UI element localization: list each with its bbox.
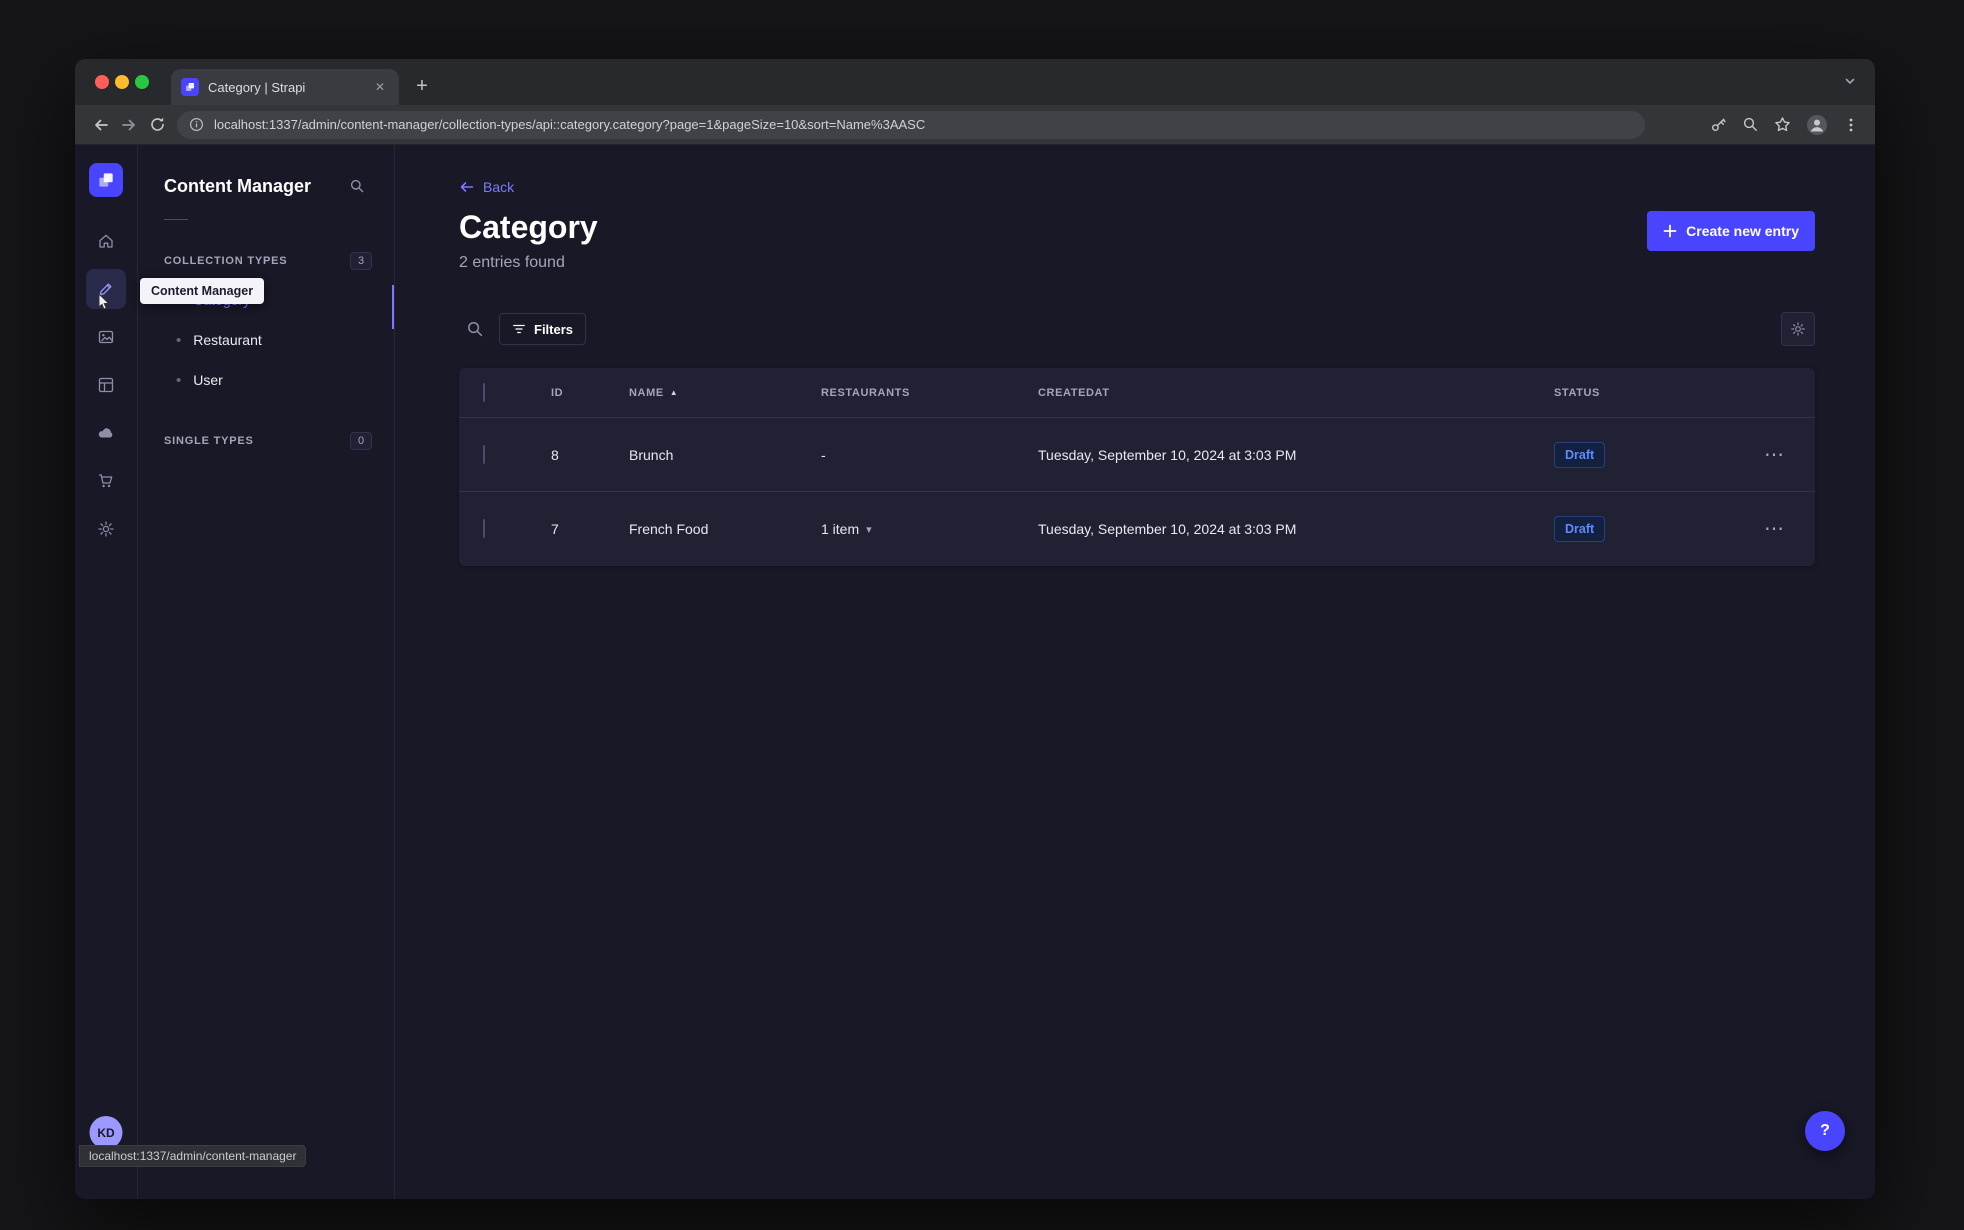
tab-title: Category | Strapi [208, 79, 306, 95]
status-badge: Draft [1554, 516, 1606, 542]
cell-name: French Food [629, 521, 709, 537]
cell-id: 7 [551, 521, 559, 537]
reload-icon[interactable] [143, 111, 171, 139]
tab-strip: Category | Strapi ✕ + [75, 59, 1875, 105]
browser-menu-icon[interactable] [1843, 117, 1859, 133]
subnav-title: Content Manager [164, 175, 312, 196]
cell-createdat: Tuesday, September 10, 2024 at 3:03 PM [1038, 521, 1297, 537]
profile-avatar-icon[interactable] [1806, 114, 1828, 136]
active-item-indicator [392, 285, 394, 329]
cloud-icon[interactable] [86, 413, 126, 453]
table-header-row: ID NAME ▲ RESTAURANTS CREATEDAT STATUS [459, 368, 1815, 418]
settings-gear-icon[interactable] [86, 509, 126, 549]
media-library-icon[interactable] [86, 317, 126, 357]
single-types-label: SINGLE TYPES [164, 435, 254, 447]
help-button[interactable]: ? [1805, 1111, 1845, 1151]
view-settings-gear-icon[interactable] [1781, 312, 1815, 346]
page-title: Category [459, 209, 598, 245]
browser-actions [1710, 114, 1863, 136]
column-header-name-sort[interactable]: NAME ▲ [629, 387, 678, 399]
subnav-divider [164, 219, 188, 220]
column-header-createdat: CREATEDAT [1038, 386, 1110, 399]
column-header-status: STATUS [1554, 386, 1600, 399]
collection-types-count-badge: 3 [350, 252, 372, 270]
sidebar-item-user[interactable]: • User [138, 360, 394, 400]
row-checkbox[interactable] [483, 444, 485, 464]
url-omnibox[interactable]: localhost:1337/admin/content-manager/col… [177, 110, 1645, 139]
new-tab-button[interactable]: + [407, 71, 437, 101]
cell-restaurants-expand[interactable]: 1 item ▾ [821, 521, 872, 537]
bookmark-star-icon[interactable] [1774, 116, 1791, 133]
create-new-entry-label: Create new entry [1686, 223, 1799, 239]
rail-icons [86, 221, 126, 549]
browser-tab[interactable]: Category | Strapi ✕ [171, 69, 399, 105]
close-window-button[interactable] [95, 75, 109, 89]
content-manager-tooltip: Content Manager [140, 278, 265, 304]
filters-label: Filters [534, 321, 574, 337]
table-row[interactable]: 7 French Food 1 item ▾ Tuesday, Septembe… [459, 492, 1815, 566]
status-badge: Draft [1554, 441, 1606, 468]
collection-types-label: COLLECTION TYPES [164, 255, 288, 267]
column-header-restaurants: RESTAURANTS [821, 386, 910, 399]
browser-window: Category | Strapi ✕ + localhost:1337/adm… [75, 59, 1875, 1199]
cell-restaurants: - [821, 446, 826, 463]
fullscreen-window-button[interactable] [135, 75, 149, 89]
back-nav-icon[interactable] [87, 111, 115, 139]
content-type-builder-icon[interactable] [86, 365, 126, 405]
cell-id: 8 [551, 446, 559, 463]
column-header-name-label: NAME [629, 386, 664, 399]
link-preview-statusbar: localhost:1337/admin/content-manager [79, 1145, 307, 1167]
zoom-magnifier-icon[interactable] [1742, 116, 1759, 133]
sidebar-item-restaurant[interactable]: • Restaurant [138, 320, 394, 360]
window-controls [95, 75, 149, 89]
restaurants-count-label: 1 item [821, 521, 860, 537]
single-types-count-badge: 0 [350, 432, 372, 450]
tab-search-chevron-icon[interactable] [1843, 74, 1857, 88]
strapi-favicon [181, 78, 199, 96]
back-link[interactable]: Back [459, 179, 514, 195]
create-new-entry-button[interactable]: Create new entry [1647, 211, 1815, 251]
back-label: Back [483, 179, 515, 195]
passwords-key-icon[interactable] [1710, 116, 1727, 133]
mouse-cursor [95, 293, 113, 312]
filter-funnel-icon [513, 324, 525, 334]
entries-table: ID NAME ▲ RESTAURANTS CREATEDAT STATUS 8… [459, 368, 1815, 566]
strapi-logo[interactable] [89, 163, 123, 197]
bullet-icon: • [176, 331, 182, 349]
row-actions-menu-icon[interactable]: ⋯ [1758, 519, 1791, 539]
marketplace-cart-icon[interactable] [86, 461, 126, 501]
address-toolbar: localhost:1337/admin/content-manager/col… [75, 105, 1875, 145]
search-icon[interactable] [459, 313, 491, 345]
table-row[interactable]: 8 Brunch - Tuesday, September 10, 2024 a… [459, 418, 1815, 492]
url-text: localhost:1337/admin/content-manager/col… [214, 117, 926, 132]
filters-button[interactable]: Filters [499, 313, 587, 345]
strapi-app: KD Content Manager COLLECTION TYPES 3 • … [75, 145, 1875, 1199]
page-info-icon[interactable] [189, 117, 204, 132]
tab-close-icon[interactable]: ✕ [371, 78, 389, 96]
chevron-down-icon: ▾ [866, 523, 872, 536]
row-checkbox[interactable] [483, 519, 485, 538]
main-content: Back Category 2 entries found Create new… [395, 145, 1875, 1199]
select-all-checkbox[interactable] [483, 382, 485, 402]
entries-count: 2 entries found [459, 254, 565, 271]
sort-asc-icon: ▲ [669, 388, 679, 397]
sidebar-item-label: Restaurant [193, 332, 262, 348]
forward-nav-icon[interactable] [115, 111, 143, 139]
cell-name: Brunch [629, 446, 674, 463]
column-header-id: ID [551, 386, 564, 399]
subnav-search-icon[interactable] [342, 171, 372, 201]
bullet-icon: • [176, 371, 182, 389]
minimize-window-button[interactable] [115, 75, 129, 89]
home-icon[interactable] [86, 221, 126, 261]
row-actions-menu-icon[interactable]: ⋯ [1758, 445, 1791, 465]
sidebar-item-label: User [193, 372, 223, 388]
cell-createdat: Tuesday, September 10, 2024 at 3:03 PM [1038, 446, 1297, 463]
